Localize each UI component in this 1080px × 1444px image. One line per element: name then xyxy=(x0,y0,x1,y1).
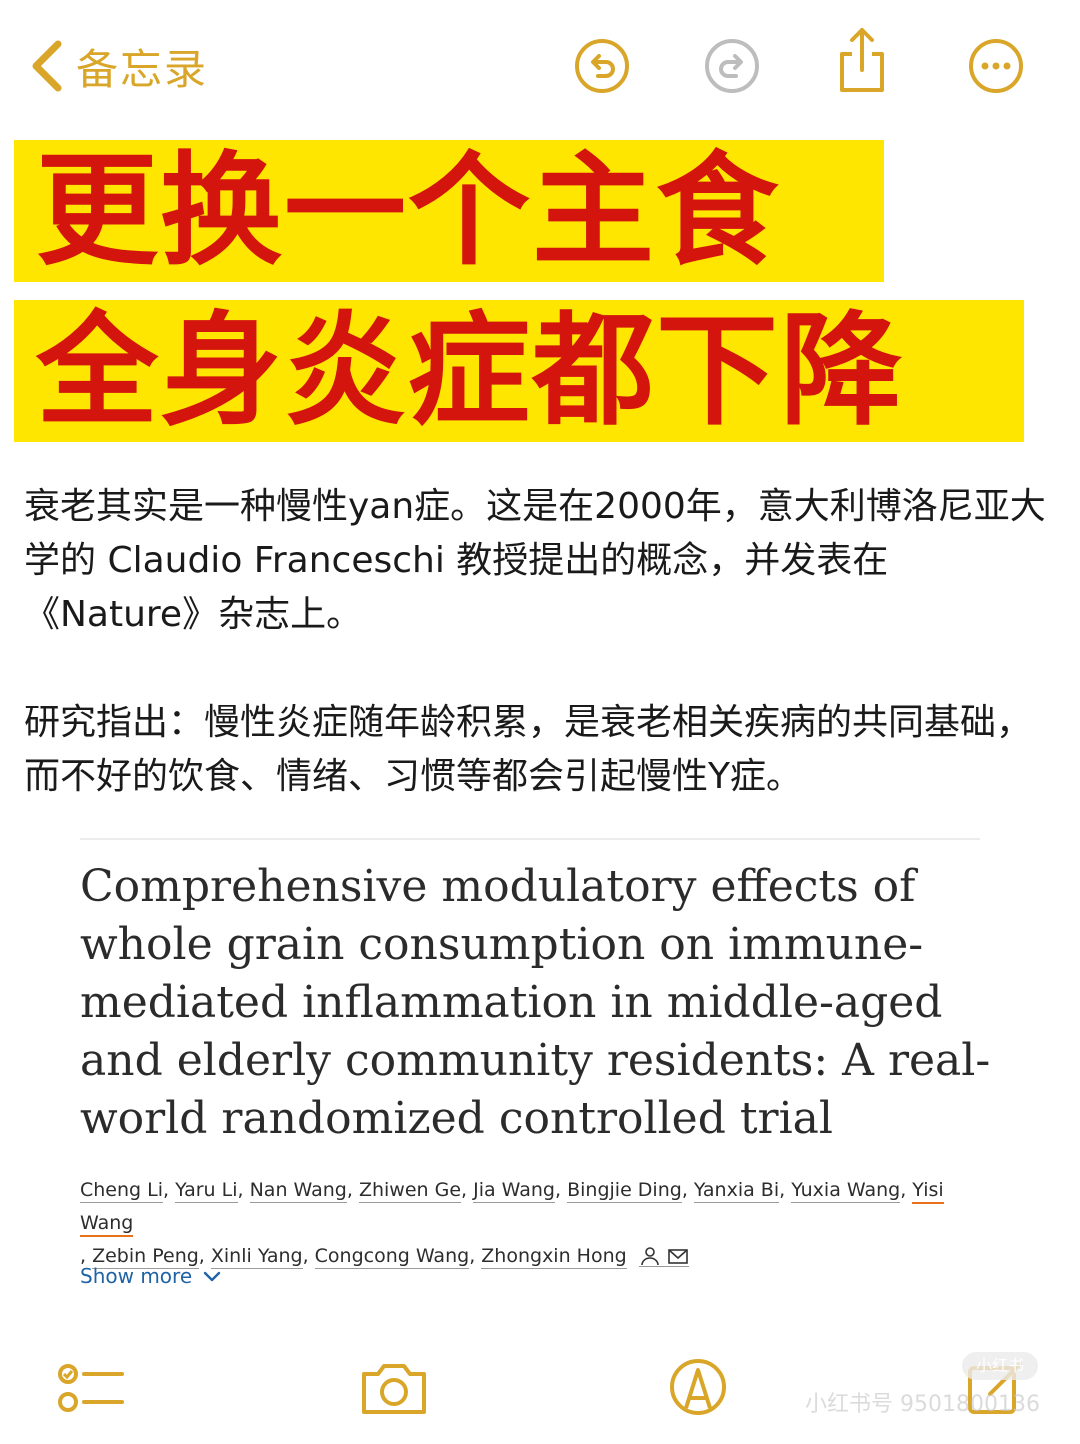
person-icon xyxy=(640,1247,659,1266)
author-link[interactable]: Yuxia Wang xyxy=(791,1179,901,1203)
undo-button[interactable] xyxy=(572,36,632,96)
checklist-button[interactable] xyxy=(56,1356,128,1418)
author-link[interactable]: Bingjie Ding xyxy=(567,1179,682,1203)
camera-button[interactable] xyxy=(358,1356,430,1418)
headline-line-2: 全身炎症都下降 xyxy=(14,292,1066,452)
author-link[interactable]: Congcong Wang xyxy=(314,1245,470,1269)
author-link[interactable]: Yanxia Bi xyxy=(693,1179,780,1203)
author-link[interactable]: Cheng Li xyxy=(80,1179,164,1203)
markup-button[interactable] xyxy=(662,1356,734,1418)
author-link[interactable]: Jia Wang xyxy=(473,1179,555,1203)
redo-icon xyxy=(705,39,759,93)
back-button[interactable]: 备忘录 xyxy=(28,36,208,96)
more-button[interactable] xyxy=(966,36,1026,96)
chevron-down-icon xyxy=(203,1271,221,1282)
share-icon xyxy=(840,28,884,92)
paper-title: Comprehensive modulatory effects of whol… xyxy=(80,861,991,1144)
show-more-link[interactable]: Show more xyxy=(80,1264,224,1288)
headline-text-1: 更换一个主食 xyxy=(36,140,780,282)
watermark-badge: 小红书 xyxy=(962,1352,1038,1380)
camera-icon xyxy=(362,1364,426,1414)
corresponding-author-icons[interactable] xyxy=(638,1246,689,1267)
author-list: Cheng Li, Yaru Li, Nan Wang, Zhiwen Ge, … xyxy=(80,1179,944,1269)
checklist-icon xyxy=(58,1364,124,1412)
author-link[interactable]: Nan Wang xyxy=(249,1179,347,1203)
note-body[interactable]: 衰老其实是一种慢性yan症。这是在2000年，意大利博洛尼亚大学的 Claudi… xyxy=(24,480,1054,804)
paragraph-2: 研究指出：慢性炎症随年龄积累，是衰老相关疾病的共同基础，而不好的饮食、情绪、习惯… xyxy=(24,702,1033,797)
headline: 更换一个主食 全身炎症都下降 xyxy=(14,132,1066,452)
headline-line-1: 更换一个主食 xyxy=(14,132,1066,292)
author-link[interactable]: Yaru Li xyxy=(175,1179,238,1203)
author-link[interactable]: Zhongxin Hong xyxy=(481,1245,627,1269)
redo-button[interactable] xyxy=(702,36,762,96)
back-label: 备忘录 xyxy=(76,44,209,94)
top-toolbar: 备忘录 xyxy=(0,0,1080,130)
share-button[interactable] xyxy=(832,26,892,96)
notes-page: 备忘录 更换一个主食 全身炎症都下降 衰老其实是一种慢性yan症。这是在2000… xyxy=(0,0,1080,1444)
more-icon xyxy=(969,39,1023,93)
headline-text-2: 全身炎症都下降 xyxy=(36,300,904,442)
watermark-text: 小红书号 9501800136 xyxy=(805,1392,1040,1417)
author-link[interactable]: Xinli Yang xyxy=(210,1245,303,1269)
show-more-label: Show more xyxy=(80,1264,193,1288)
paragraph-1: 衰老其实是一种慢性yan症。这是在2000年，意大利博洛尼亚大学的 Claudi… xyxy=(24,486,1046,635)
divider xyxy=(80,838,980,840)
mail-icon xyxy=(667,1249,688,1264)
chevron-left-icon xyxy=(32,40,62,92)
markup-icon xyxy=(670,1359,726,1415)
undo-icon xyxy=(575,39,629,93)
author-link[interactable]: Zhiwen Ge xyxy=(358,1179,462,1203)
